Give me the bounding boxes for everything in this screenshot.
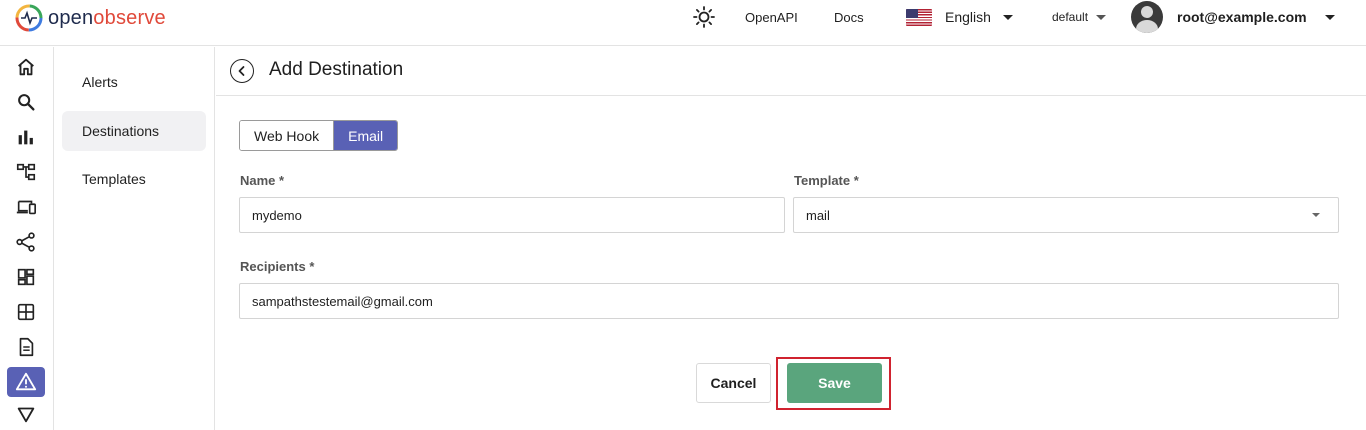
home-icon[interactable] [7, 52, 45, 82]
chevron-down-icon [1324, 14, 1335, 20]
avatar [1131, 1, 1163, 33]
logo-wordmark: openobserve [48, 7, 166, 30]
template-value: mail [806, 207, 830, 223]
sun-icon [693, 6, 715, 28]
chevron-down-icon [1002, 14, 1013, 20]
save-button[interactable]: Save [787, 363, 882, 403]
logo-suffix: observe [93, 6, 166, 29]
template-select[interactable]: mail [793, 197, 1339, 233]
table-icon[interactable] [7, 297, 45, 327]
main-nav-rail [0, 47, 54, 430]
chevron-down-icon [1096, 14, 1107, 20]
language-label: English [945, 9, 991, 25]
dashboard-icon[interactable] [7, 262, 45, 292]
chevron-left-icon [238, 66, 245, 76]
search-icon[interactable] [7, 87, 45, 117]
devices-icon[interactable] [7, 192, 45, 222]
chevron-down-icon [1312, 213, 1320, 217]
user-name: root@example.com [1177, 9, 1307, 25]
logo-prefix: open [48, 6, 94, 29]
subnav-item-destinations[interactable]: Destinations [62, 111, 206, 151]
filter-icon[interactable] [7, 399, 45, 429]
document-icon[interactable] [7, 332, 45, 362]
subnav-item-alerts[interactable]: Alerts [62, 62, 206, 102]
recipients-label: Recipients * [240, 259, 315, 274]
us-flag-icon [906, 8, 932, 26]
top-header: openobserve OpenAPI Docs English default… [0, 0, 1366, 46]
name-field[interactable]: mydemo [239, 197, 785, 233]
organization-label: default [1052, 10, 1089, 24]
organization-selector[interactable]: default [1052, 0, 1107, 34]
alert-icon[interactable] [7, 367, 45, 397]
language-selector[interactable]: English [906, 0, 1013, 34]
cancel-button[interactable]: Cancel [696, 363, 771, 403]
subnav-item-templates[interactable]: Templates [62, 159, 206, 199]
back-button[interactable] [230, 59, 254, 83]
template-label: Template * [794, 173, 859, 188]
bar-chart-icon[interactable] [7, 122, 45, 152]
openobserve-logo[interactable]: openobserve [14, 3, 166, 33]
theme-toggle-button[interactable] [692, 0, 716, 34]
openobserve-logo-icon [15, 4, 43, 32]
share-icon[interactable] [7, 227, 45, 257]
name-label: Name * [240, 173, 285, 188]
toggle-email[interactable]: Email [333, 121, 398, 150]
user-menu[interactable]: root@example.com [1131, 0, 1335, 34]
toggle-webhook[interactable]: Web Hook [240, 121, 334, 150]
hierarchy-icon[interactable] [7, 157, 45, 187]
page-title: Add Destination [269, 59, 404, 80]
destination-type-toggle: Web Hook Email [239, 120, 399, 151]
main-content: Add Destination Web Hook Email Name * my… [216, 47, 1366, 430]
openapi-link[interactable]: OpenAPI [745, 0, 798, 34]
page-title-bar: Add Destination [216, 47, 1366, 96]
docs-link[interactable]: Docs [834, 0, 864, 34]
recipients-field[interactable]: sampathstestemail@gmail.com [239, 283, 1339, 319]
alerts-subnav: Alerts Destinations Templates [54, 47, 215, 430]
